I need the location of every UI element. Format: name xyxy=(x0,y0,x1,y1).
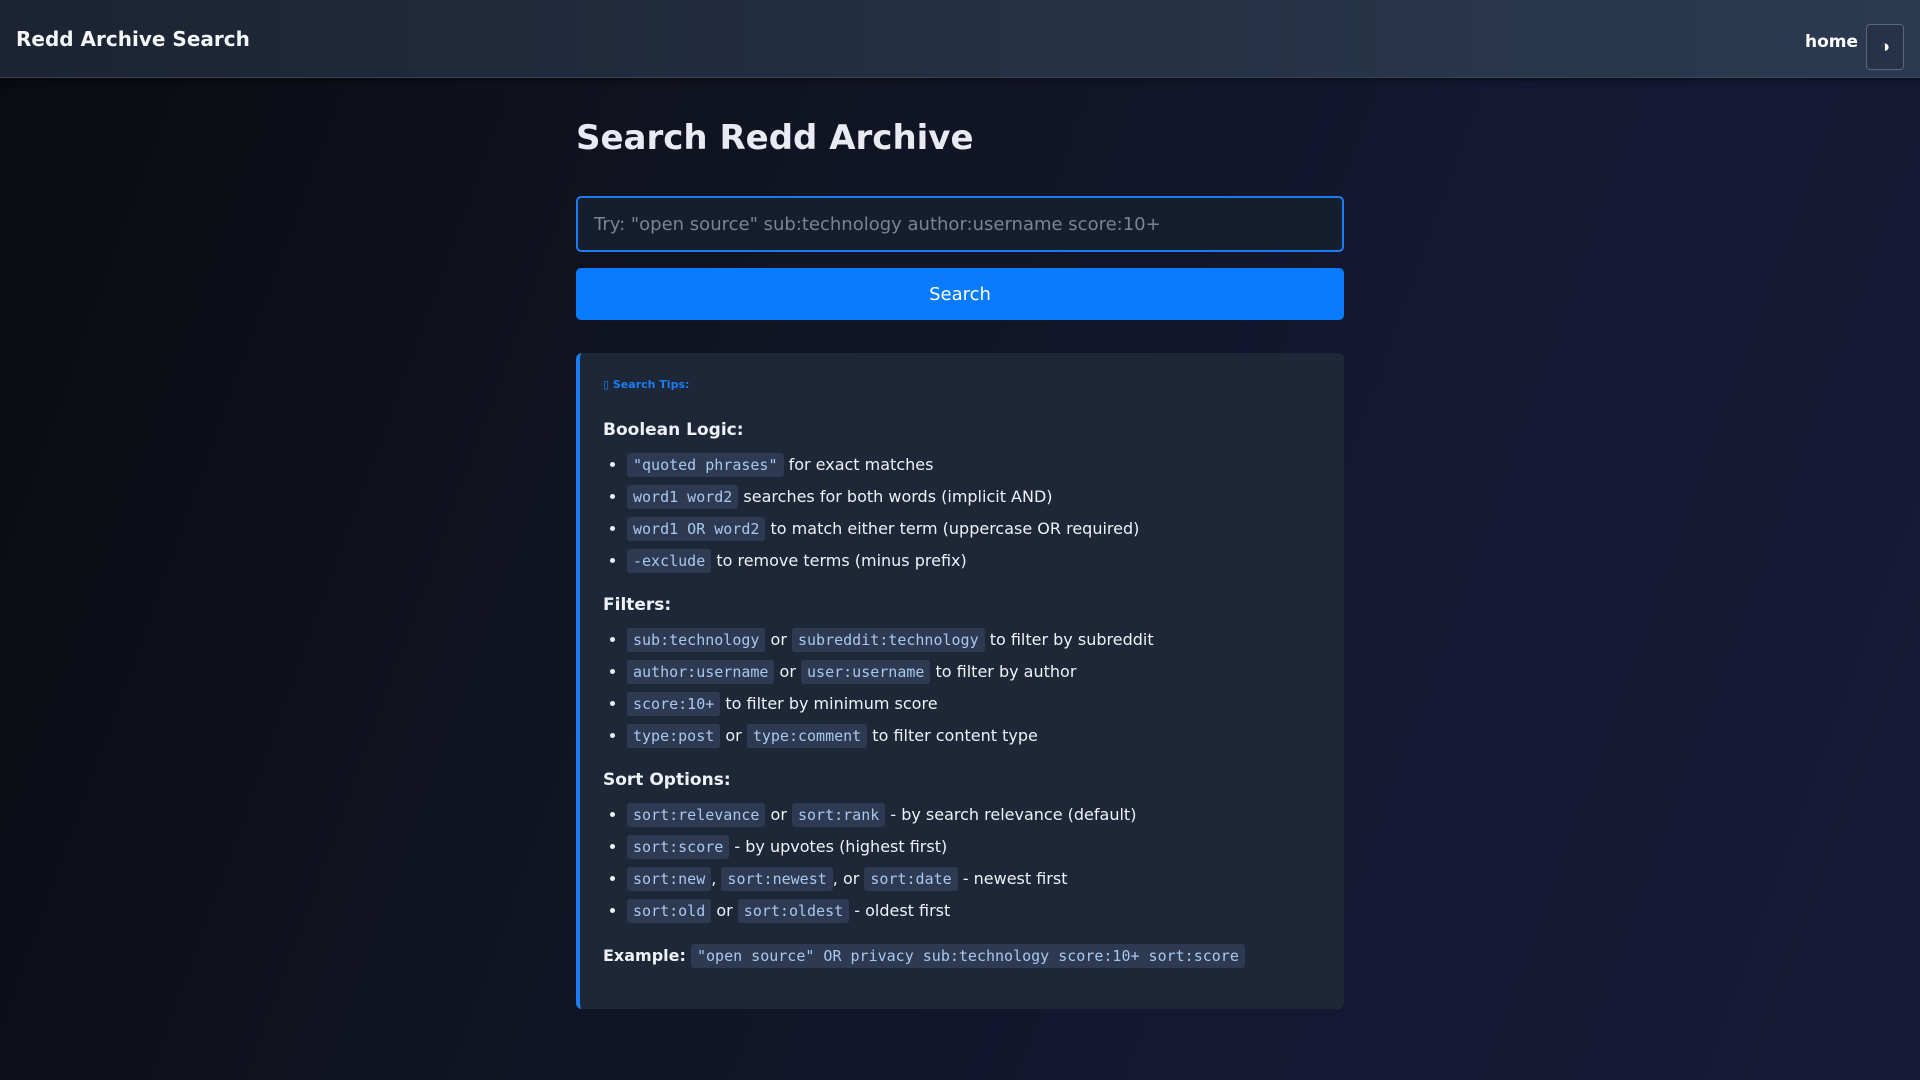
tip-text: for exact matches xyxy=(783,455,934,474)
tip-text: , or xyxy=(832,869,865,888)
tip-item: -exclude to remove terms (minus prefix) xyxy=(627,545,1324,577)
search-tips-panel: ▯ Search Tips: Boolean Logic: "quoted ph… xyxy=(576,353,1344,1009)
tip-text: , xyxy=(711,869,722,888)
syntax-code: sort:rank xyxy=(791,803,886,827)
example-code: "open source" OR privacy sub:technology … xyxy=(691,944,1245,968)
syntax-code: sort:old xyxy=(627,899,712,923)
tip-item: word1 word2 searches for both words (imp… xyxy=(627,481,1324,513)
tip-text: - oldest first xyxy=(849,901,951,920)
search-input[interactable] xyxy=(576,196,1344,252)
home-link[interactable]: home xyxy=(1805,31,1858,53)
syntax-code: sort:relevance xyxy=(627,803,766,827)
syntax-code: sort:date xyxy=(864,867,958,891)
tip-text: to filter content type xyxy=(867,726,1038,745)
syntax-code: sort:score xyxy=(627,835,730,859)
contrast-icon: ◑ xyxy=(1879,37,1891,56)
top-nav-bar: Redd Archive Search home ◑ xyxy=(0,0,1920,78)
syntax-code: user:username xyxy=(801,660,931,684)
syntax-code: sort:new xyxy=(627,867,712,891)
tip-item: author:username or user:username to filt… xyxy=(627,656,1324,688)
search-tips-heading: ▯ Search Tips: xyxy=(603,378,690,391)
tip-text: to filter by subreddit xyxy=(984,630,1154,649)
boolean-logic-title: Boolean Logic: xyxy=(603,420,744,440)
example-label: Example: xyxy=(603,946,686,965)
tip-text: or xyxy=(765,630,792,649)
tip-item: type:post or type:comment to filter cont… xyxy=(627,720,1324,752)
syntax-code: word1 word2 xyxy=(627,485,739,509)
syntax-code: sort:oldest xyxy=(737,899,850,923)
main-content: Search Redd Archive Search ▯ Search Tips… xyxy=(576,78,1344,1009)
syntax-code: author:username xyxy=(627,660,775,684)
tip-text: - by upvotes (highest first) xyxy=(729,837,948,856)
syntax-code: word1 OR word2 xyxy=(627,517,766,541)
syntax-code: "quoted phrases" xyxy=(627,453,784,477)
tip-text: or xyxy=(720,726,747,745)
tip-item: word1 OR word2 to match either term (upp… xyxy=(627,513,1324,545)
tip-item: "quoted phrases" for exact matches xyxy=(627,449,1324,481)
syntax-code: -exclude xyxy=(627,549,712,573)
tip-item: score:10+ to filter by minimum score xyxy=(627,688,1324,720)
tip-text: searches for both words (implicit AND) xyxy=(738,487,1053,506)
tip-text: or xyxy=(711,901,738,920)
boolean-logic-list: "quoted phrases" for exact matchesword1 … xyxy=(603,449,1324,577)
site-brand[interactable]: Redd Archive Search xyxy=(16,26,250,52)
syntax-code: type:comment xyxy=(746,724,868,748)
tip-text: to match either term (uppercase OR requi… xyxy=(765,519,1140,538)
theme-toggle-button[interactable]: ◑ xyxy=(1866,24,1904,70)
tip-text: - by search relevance (default) xyxy=(885,805,1137,824)
sort-options-list: sort:relevance or sort:rank - by search … xyxy=(603,799,1324,927)
filters-title: Filters: xyxy=(603,595,672,615)
tip-text: or xyxy=(774,662,802,681)
syntax-code: sort:newest xyxy=(721,867,833,891)
tip-item: sort:score - by upvotes (highest first) xyxy=(627,831,1324,863)
tip-item: sort:relevance or sort:rank - by search … xyxy=(627,799,1324,831)
tip-item: sort:old or sort:oldest - oldest first xyxy=(627,895,1324,927)
tip-text: - newest first xyxy=(957,869,1068,888)
sort-options-title: Sort Options: xyxy=(603,770,731,790)
syntax-code: type:post xyxy=(627,724,721,748)
tip-text: to filter by minimum score xyxy=(720,694,938,713)
tip-text: or xyxy=(765,805,792,824)
tip-item: sort:new, sort:newest, or sort:date - ne… xyxy=(627,863,1324,895)
search-button[interactable]: Search xyxy=(576,268,1344,320)
tip-item: sub:technology or subreddit:technology t… xyxy=(627,624,1324,656)
example-row: Example: "open source" OR privacy sub:te… xyxy=(603,944,1324,968)
syntax-code: score:10+ xyxy=(627,692,721,716)
filters-list: sub:technology or subreddit:technology t… xyxy=(603,624,1324,752)
tip-text: to remove terms (minus prefix) xyxy=(711,551,967,570)
syntax-code: sub:technology xyxy=(627,628,766,652)
tip-text: to filter by author xyxy=(930,662,1077,681)
page-title: Search Redd Archive xyxy=(576,118,974,158)
syntax-code: subreddit:technology xyxy=(791,628,985,652)
